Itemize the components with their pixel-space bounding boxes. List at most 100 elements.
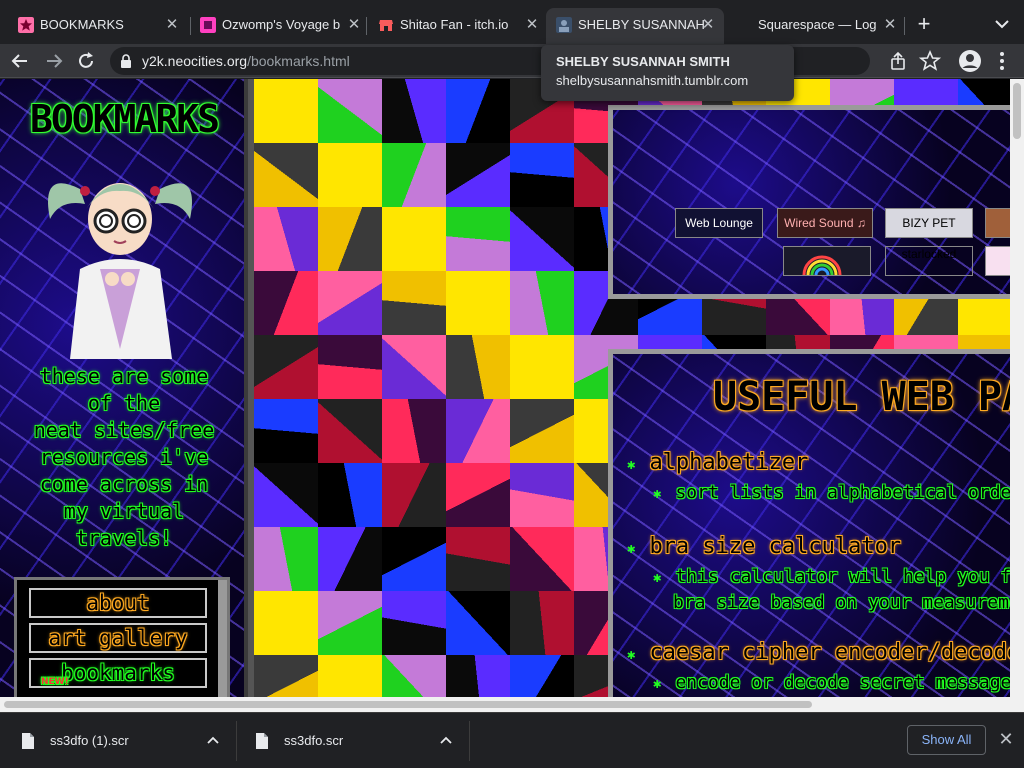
collage-tile (382, 527, 446, 591)
reload-icon[interactable] (74, 49, 98, 73)
tooltip-title: SHELBY SUSANNAH SMITH (556, 54, 730, 69)
bizy-pet-button[interactable]: BIZY PET (885, 208, 973, 238)
download-filename: ss3dfo (1).scr (50, 733, 129, 748)
resource-desc-text: encode or decode secret messages (675, 672, 1023, 693)
collage-tile (254, 335, 318, 399)
tooltip-url: shelbysusannahsmith.tumblr.com (556, 73, 749, 88)
bullet-icon: ✱ (627, 647, 636, 663)
tab-ozwomp[interactable]: Ozwomp's Voyage b ✕ (190, 8, 370, 44)
resource-link[interactable]: caesar cipher encoder/decoder (649, 640, 1024, 665)
collage-tile (510, 527, 574, 591)
resource-link[interactable]: bra size calculator (649, 534, 901, 559)
collage-tile (254, 527, 318, 591)
resource-desc: ✱ encode or decode secret messages (653, 672, 1022, 693)
nav-scrollbar[interactable] (218, 580, 227, 697)
nav-bookmarks-label: bookmarks (61, 661, 175, 685)
collage-tile (382, 143, 446, 207)
intro-line: my virtual (63, 499, 185, 523)
bullet-icon: ✱ (627, 457, 636, 473)
collage-tile (510, 399, 574, 463)
shelf-divider (469, 721, 470, 761)
show-all-button[interactable]: Show All (907, 725, 986, 755)
bullet-icon: ✱ (653, 486, 662, 502)
close-icon[interactable]: ✕ (346, 17, 362, 33)
collage-tile (446, 143, 510, 207)
resource-item: ✱ alphabetizer (627, 450, 808, 475)
resource-desc: bra size based on your measurements (673, 592, 1024, 613)
bullet-icon: ✱ (653, 570, 662, 586)
scrollbar-thumb[interactable] (4, 701, 812, 708)
resource-link[interactable]: alphabetizer (649, 450, 808, 475)
collage-tile (446, 335, 510, 399)
scrollbar-thumb[interactable] (1013, 83, 1021, 139)
sidebar: BOOKMARKS these are some of the neat sit… (0, 79, 248, 697)
close-icon[interactable]: ✕ (882, 17, 898, 33)
bullet-icon: ✱ (627, 541, 636, 557)
lock-icon (121, 54, 131, 68)
collage-tile (318, 143, 382, 207)
collage-tile (510, 143, 574, 207)
nav-art-gallery-link[interactable]: art gallery (29, 623, 207, 653)
url-host: y2k.neocities.org (142, 53, 248, 69)
tab-itch[interactable]: Shitao Fan - itch.io ✕ (368, 8, 548, 44)
nav-bookmarks-link[interactable]: NEW! bookmarks (29, 658, 207, 688)
tab-squarespace[interactable]: Squarespace — Log ✕ (726, 8, 906, 44)
collage-tile (254, 207, 318, 271)
close-icon[interactable]: ✕ (524, 17, 540, 33)
collage-tile (318, 335, 382, 399)
sidebar-divider (248, 79, 254, 697)
itch-icon (379, 20, 393, 31)
collage-tile (318, 271, 382, 335)
close-icon[interactable]: ✕ (164, 17, 180, 33)
download-item[interactable]: ss3dfo (1).scr (22, 719, 232, 763)
forward-arrow-icon[interactable] (42, 49, 66, 73)
chevron-up-icon[interactable] (206, 733, 220, 747)
download-item[interactable]: ss3dfo.scr (256, 719, 466, 763)
close-icon[interactable]: ✕ (996, 729, 1016, 749)
collage-tile (382, 335, 446, 399)
page-horizontal-scrollbar[interactable] (0, 697, 1024, 712)
new-tab-button[interactable]: + (912, 12, 936, 36)
collage-tile (446, 591, 510, 655)
collage-tile (382, 79, 446, 143)
anime-girl-mascot (48, 183, 192, 359)
wired-sound-button[interactable]: Wired Sound ♫ (777, 208, 873, 238)
file-icon (256, 733, 268, 749)
chevron-up-icon[interactable] (439, 733, 453, 747)
tab-strip: BOOKMARKS ✕ Ozwomp's Voyage b ✕ Shitao F… (0, 0, 1024, 44)
collage-tile (510, 591, 574, 655)
download-filename: ss3dfo.scr (284, 733, 344, 748)
kebab-menu-icon[interactable] (990, 49, 1014, 73)
resource-item: ✱ caesar cipher encoder/decoder (627, 640, 1024, 665)
collage-tile (510, 207, 574, 271)
collage-tile (318, 207, 382, 271)
collage-tile (254, 591, 318, 655)
site-nav: about art gallery NEW! bookmarks (14, 577, 230, 697)
starlocked-button[interactable]: starlocked (885, 246, 973, 276)
blinkie-label: BIZY PET (902, 216, 956, 230)
profile-icon[interactable] (958, 49, 982, 73)
intro-line: neat sites/free (33, 418, 215, 442)
site-title: BOOKMARKS (30, 97, 220, 141)
close-icon[interactable]: ✕ (700, 17, 716, 33)
bullet-icon: ✱ (653, 676, 662, 692)
page-vertical-scrollbar[interactable] (1010, 79, 1024, 697)
rainbow-icon (802, 255, 842, 275)
nav-about-link[interactable]: about (29, 588, 207, 618)
star-bookmark-icon[interactable] (918, 49, 942, 73)
intro-line: resources i've (39, 445, 209, 469)
collage-tile (254, 271, 318, 335)
tab-shelby[interactable]: SHELBY SUSANNAH ✕ (546, 8, 724, 44)
chevron-down-icon[interactable] (990, 12, 1014, 36)
intro-line: of the (87, 391, 161, 415)
web-buttons-panel: Web Lounge Wired Sound ♫ BIZY PET starlo… (608, 105, 1024, 299)
blinkie-label: Web Lounge (685, 216, 753, 230)
collage-tile (254, 79, 318, 143)
web-lounge-button[interactable]: Web Lounge (675, 208, 763, 238)
rainbow-button[interactable] (783, 246, 871, 276)
tab-bookmarks[interactable]: BOOKMARKS ✕ (8, 8, 188, 44)
back-arrow-icon[interactable] (8, 49, 32, 73)
collage-tile (318, 655, 382, 697)
share-icon[interactable] (886, 49, 910, 73)
collage-tile (254, 655, 318, 697)
